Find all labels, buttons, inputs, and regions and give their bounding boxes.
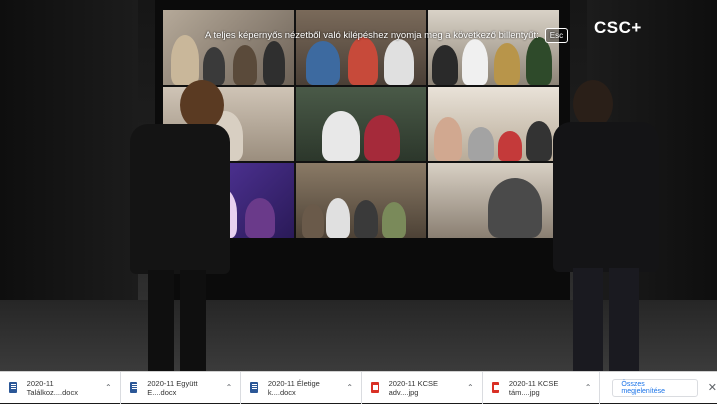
image-file-icon bbox=[491, 382, 499, 393]
participant-tile bbox=[428, 163, 559, 238]
studio-wall-left bbox=[0, 0, 138, 300]
fullscreen-notice-text: A teljes képernyős nézetből való kilépés… bbox=[205, 30, 539, 41]
word-document-icon bbox=[129, 382, 138, 393]
chevron-up-icon[interactable]: ⌃ bbox=[467, 383, 474, 392]
participant-tile bbox=[295, 163, 427, 238]
show-all-downloads-button[interactable]: Összes megjelenítése bbox=[612, 378, 698, 397]
participant-tile bbox=[163, 10, 294, 85]
word-document-icon bbox=[9, 382, 17, 393]
chevron-up-icon[interactable]: ⌃ bbox=[226, 383, 233, 392]
chevron-up-icon[interactable]: ⌃ bbox=[346, 383, 353, 392]
chevron-up-icon[interactable]: ⌃ bbox=[105, 383, 112, 392]
download-filename: 2020-11 KCSE tám....jpg bbox=[508, 378, 559, 397]
word-document-icon bbox=[250, 382, 258, 393]
chevron-up-icon[interactable]: ⌃ bbox=[585, 383, 592, 392]
download-filename: 2020-11 Életige k....docx bbox=[267, 378, 320, 397]
download-item[interactable]: 2020-11 Találkoz....docx ⌃ bbox=[0, 371, 121, 404]
download-filename: 2020-11 Együtt E....docx bbox=[147, 378, 198, 397]
video-player[interactable]: A teljes képernyős nézetből való kilépés… bbox=[0, 0, 717, 371]
download-item[interactable]: 2020-11 Együtt E....docx ⌃ bbox=[121, 371, 242, 404]
download-filename: 2020-11 Találkoz....docx bbox=[26, 378, 78, 397]
participant-tile bbox=[428, 10, 559, 85]
presenter-left bbox=[120, 80, 230, 371]
fullscreen-exit-notice: A teljes képernyős nézetből való kilépés… bbox=[205, 28, 569, 43]
download-item[interactable]: 2020-11 KCSE adv....jpg ⌃ bbox=[362, 371, 483, 404]
channel-logo: CSC+ bbox=[594, 18, 642, 37]
image-file-icon bbox=[371, 382, 379, 393]
close-icon[interactable]: ✕ bbox=[708, 381, 717, 394]
download-filename: 2020-11 KCSE adv....jpg bbox=[388, 378, 439, 397]
esc-key-badge: Esc bbox=[544, 28, 569, 43]
participant-tile bbox=[295, 10, 427, 85]
participant-tile bbox=[428, 86, 559, 162]
download-bar: 2020-11 Találkoz....docx ⌃ 2020-11 Együt… bbox=[0, 371, 717, 404]
participant-tile bbox=[295, 86, 427, 162]
download-item[interactable]: 2020-11 KCSE tám....jpg ⌃ bbox=[483, 371, 601, 404]
download-item[interactable]: 2020-11 Életige k....docx ⌃ bbox=[241, 371, 363, 404]
presenter-right bbox=[545, 80, 665, 371]
